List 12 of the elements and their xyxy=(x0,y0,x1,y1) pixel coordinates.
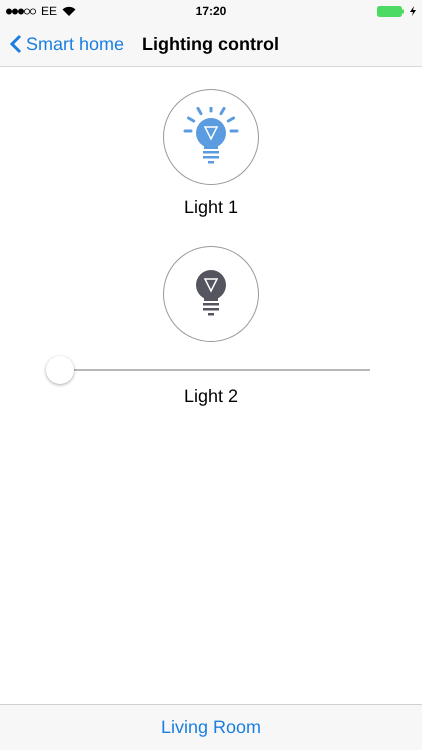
carrier-name: EE xyxy=(41,4,58,18)
signal-icon xyxy=(6,8,36,14)
wifi-icon xyxy=(62,6,76,16)
screen-title: Lighting control xyxy=(142,34,280,54)
slider-thumb[interactable] xyxy=(46,356,74,384)
light-name: Light 1 xyxy=(184,197,238,218)
room-link[interactable]: Living Room xyxy=(160,717,262,738)
back-chevron-icon xyxy=(10,34,22,54)
light-name: Light 2 xyxy=(184,386,238,407)
battery-icon xyxy=(376,6,405,16)
status-time: 17:20 xyxy=(196,4,226,18)
back-link[interactable]: Smart home xyxy=(10,34,124,54)
